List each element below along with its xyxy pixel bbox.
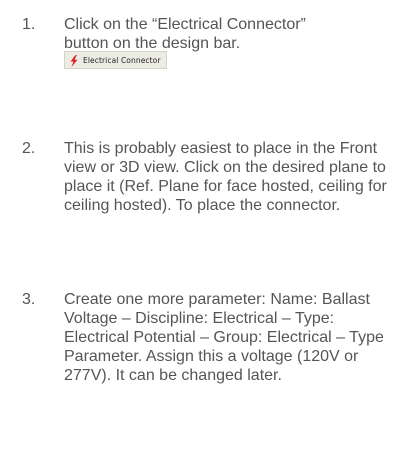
step-number: 2. [22,140,36,157]
step-number: 1. [22,16,36,33]
step-text: This is probably easiest to place in the… [64,140,387,214]
lightning-bolt-icon [69,54,79,67]
electrical-connector-label: Electrical Connector [83,55,161,65]
step-number: 3. [22,291,36,308]
step-text: Create one more parameter: Name: Ballast… [64,291,384,384]
step-text: Click on the “Electrical Connector” butt… [64,15,390,53]
step-text-line: Click on the “Electrical Connector” [64,16,306,33]
electrical-connector-button[interactable]: Electrical Connector [64,51,167,69]
